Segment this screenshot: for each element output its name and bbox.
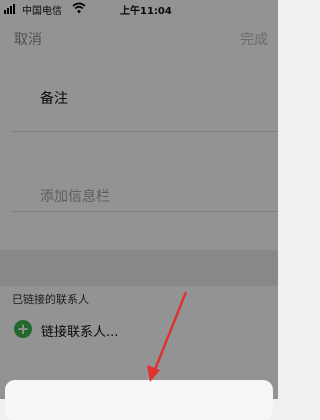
annotation-arrow (147, 291, 188, 382)
